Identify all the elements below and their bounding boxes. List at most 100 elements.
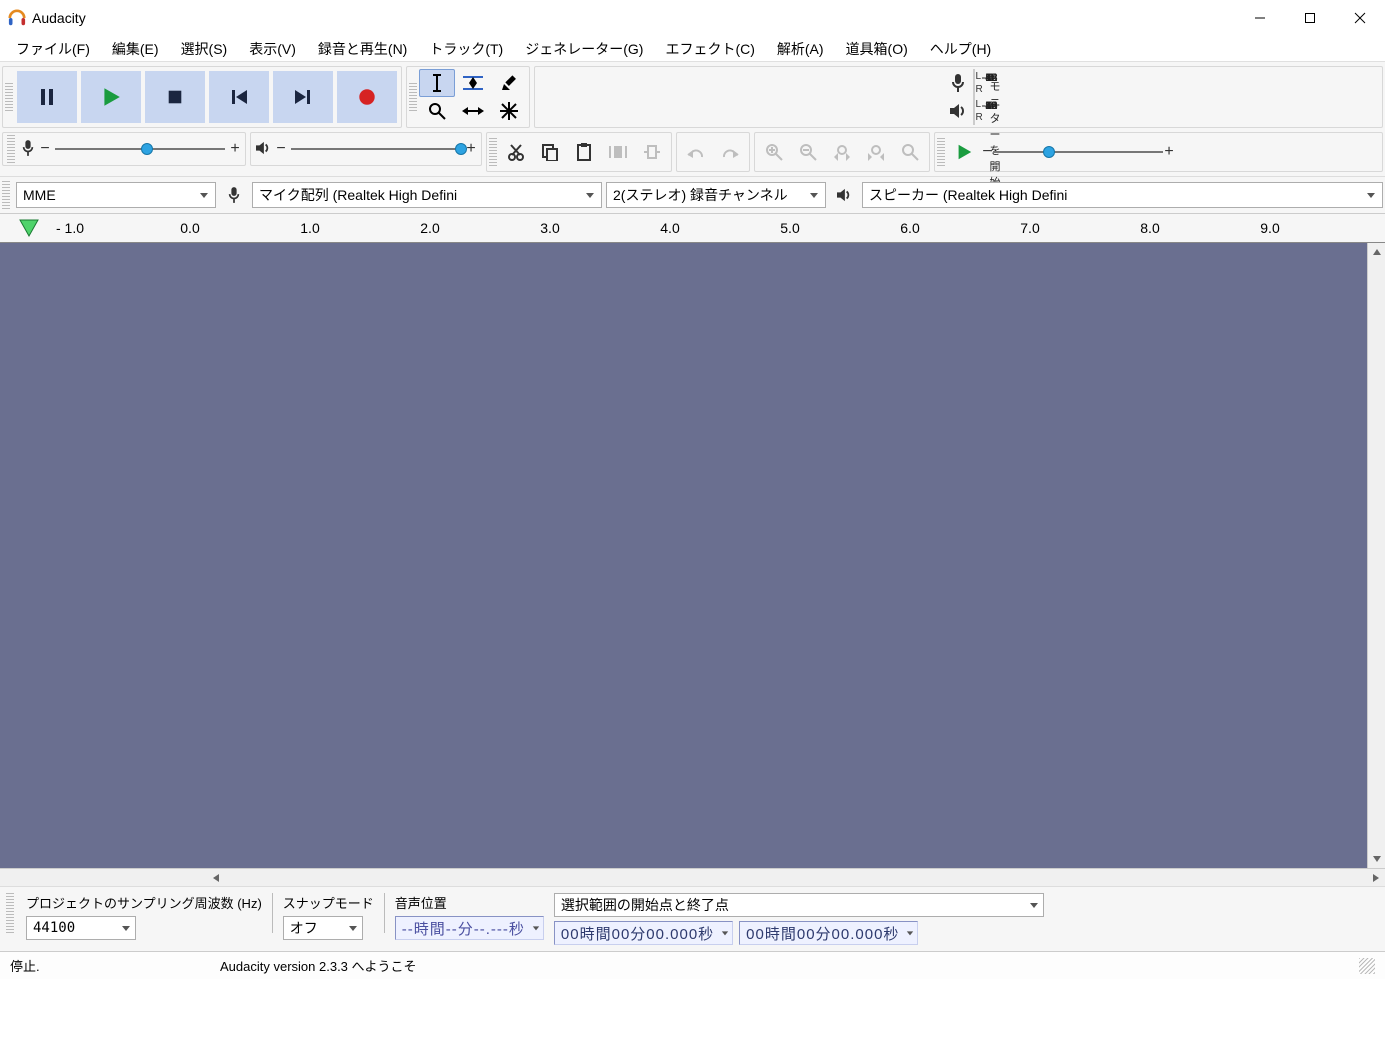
zoom-in-button[interactable] bbox=[757, 135, 791, 169]
toolbar-grip-icon[interactable] bbox=[6, 893, 14, 933]
recording-device-select[interactable]: マイク配列 (Realtek High Defini bbox=[252, 182, 602, 208]
fit-project-button[interactable] bbox=[859, 135, 893, 169]
selection-end-field[interactable]: 00時間00分00.000秒 bbox=[739, 921, 918, 945]
speaker-icon bbox=[255, 141, 271, 158]
record-button[interactable] bbox=[336, 70, 398, 124]
draw-tool[interactable] bbox=[491, 69, 527, 97]
play-at-speed-toolbar: − + bbox=[934, 132, 1383, 172]
menu-track[interactable]: トラック(T) bbox=[419, 37, 513, 61]
undo-button[interactable] bbox=[679, 135, 713, 169]
cut-button[interactable] bbox=[499, 135, 533, 169]
undo-redo-toolbar bbox=[676, 132, 750, 172]
pause-button[interactable] bbox=[16, 70, 78, 124]
menu-analysis[interactable]: 解析(A) bbox=[767, 37, 834, 61]
stop-button[interactable] bbox=[144, 70, 206, 124]
project-rate-select[interactable]: 44100 bbox=[26, 916, 136, 940]
scroll-right-button[interactable] bbox=[1367, 869, 1385, 887]
multi-tool[interactable] bbox=[491, 97, 527, 125]
playback-device-select[interactable]: スピーカー (Realtek High Defini bbox=[862, 182, 1383, 208]
menu-file[interactable]: ファイル(F) bbox=[6, 37, 100, 61]
selection-tool[interactable] bbox=[419, 69, 455, 97]
timeline-tick: 0.0 bbox=[180, 220, 199, 236]
play-volume-slider[interactable] bbox=[291, 142, 461, 156]
recording-channels-select[interactable]: 2(ステレオ) 録音チャンネル bbox=[606, 182, 826, 208]
chevron-down-icon bbox=[906, 929, 914, 937]
menu-select[interactable]: 選択(S) bbox=[171, 37, 238, 61]
timeline-ruler[interactable]: ‐ 1.0 0.0 1.0 2.0 3.0 4.0 5.0 6.0 7.0 8.… bbox=[0, 213, 1385, 243]
vertical-scrollbar[interactable] bbox=[1367, 243, 1385, 868]
zoom-tool[interactable] bbox=[419, 97, 455, 125]
envelope-tool[interactable] bbox=[455, 69, 491, 97]
chevron-down-icon bbox=[585, 190, 595, 200]
playback-meter[interactable]: LR -54 -48 -42 -36 -30 -24 -18 -12 -6 0 bbox=[973, 97, 975, 125]
menu-help[interactable]: ヘルプ(H) bbox=[920, 37, 1001, 61]
snap-mode-select[interactable]: オフ bbox=[283, 916, 363, 940]
paste-button[interactable] bbox=[567, 135, 601, 169]
track-area[interactable] bbox=[0, 243, 1385, 868]
toolbar-grip-icon[interactable] bbox=[409, 83, 417, 111]
audio-host-value: MME bbox=[23, 187, 56, 203]
menu-generator[interactable]: ジェネレーター(G) bbox=[515, 37, 653, 61]
horizontal-scrollbar[interactable] bbox=[0, 868, 1385, 886]
resize-grip-icon[interactable] bbox=[1359, 958, 1375, 974]
chevron-down-icon bbox=[721, 929, 729, 937]
window-title: Audacity bbox=[32, 10, 86, 26]
menu-effect[interactable]: エフェクト(C) bbox=[655, 37, 764, 61]
selection-mode-select[interactable]: 選択範囲の開始点と終了点 bbox=[554, 893, 1044, 917]
skip-end-button[interactable] bbox=[272, 70, 334, 124]
zoom-out-button[interactable] bbox=[791, 135, 825, 169]
play-at-speed-button[interactable] bbox=[947, 135, 981, 169]
timeshift-tool[interactable] bbox=[455, 97, 491, 125]
maximize-button[interactable] bbox=[1285, 0, 1335, 36]
redo-button[interactable] bbox=[713, 135, 747, 169]
minus-icon: − bbox=[275, 140, 287, 158]
audio-position-field[interactable]: --時間--分--.---秒 bbox=[395, 916, 544, 940]
menu-edit[interactable]: 編集(E) bbox=[102, 37, 169, 61]
menu-tools[interactable]: 道具箱(O) bbox=[836, 37, 918, 61]
silence-button[interactable] bbox=[635, 135, 669, 169]
toolbar-grip-icon[interactable] bbox=[2, 181, 10, 209]
status-message: Audacity version 2.3.3 へようこそ bbox=[220, 956, 1359, 975]
record-volume-toolbar: − + bbox=[2, 132, 246, 166]
meter-toolbar: LR -54 -48 -42 -3 モニターを開始 4 -18 -12 -6 0 bbox=[534, 66, 1383, 128]
selection-start-field[interactable]: 00時間00分00.000秒 bbox=[554, 921, 733, 945]
audio-position-label: 音声位置 bbox=[395, 893, 544, 912]
scroll-left-button[interactable] bbox=[207, 869, 225, 887]
meter-tick: 0 bbox=[986, 100, 992, 112]
record-volume-slider[interactable] bbox=[55, 142, 225, 156]
skip-start-button[interactable] bbox=[208, 70, 270, 124]
toolbar-grip-icon[interactable] bbox=[489, 138, 497, 166]
menu-record-play[interactable]: 録音と再生(N) bbox=[308, 37, 417, 61]
transport-toolbar bbox=[2, 66, 402, 128]
playback-speed-slider[interactable] bbox=[993, 145, 1163, 159]
close-button[interactable] bbox=[1335, 0, 1385, 36]
toolbar-grip-icon[interactable] bbox=[5, 83, 13, 111]
timeline-tick: 1.0 bbox=[300, 220, 319, 236]
play-button[interactable] bbox=[80, 70, 142, 124]
meter-start-hint: モニターを開始 bbox=[990, 78, 1001, 190]
minimize-button[interactable] bbox=[1235, 0, 1285, 36]
selection-toolbar: プロジェクトのサンプリング周波数 (Hz) 44100 スナップモード オフ 音… bbox=[0, 886, 1385, 951]
chevron-down-icon bbox=[809, 190, 819, 200]
scroll-down-button[interactable] bbox=[1368, 850, 1385, 868]
scroll-up-button[interactable] bbox=[1368, 243, 1385, 261]
selection-start-value: 00時間00分00.000秒 bbox=[561, 923, 714, 944]
speaker-icon[interactable] bbox=[943, 103, 973, 119]
toolbar-grip-icon[interactable] bbox=[7, 135, 15, 163]
recording-meter[interactable]: LR -54 -48 -42 -3 モニターを開始 4 -18 -12 -6 0 bbox=[973, 69, 975, 97]
fit-selection-button[interactable] bbox=[825, 135, 859, 169]
playhead-icon[interactable] bbox=[18, 218, 40, 240]
microphone-icon[interactable] bbox=[943, 73, 973, 93]
device-toolbar: MME マイク配列 (Realtek High Defini 2(ステレオ) 録… bbox=[0, 176, 1385, 213]
speaker-icon bbox=[830, 188, 858, 202]
trim-button[interactable] bbox=[601, 135, 635, 169]
toolbar-grip-icon[interactable] bbox=[937, 138, 945, 166]
menu-view[interactable]: 表示(V) bbox=[239, 37, 306, 61]
copy-button[interactable] bbox=[533, 135, 567, 169]
chevron-down-icon bbox=[532, 924, 540, 932]
zoom-toggle-button[interactable] bbox=[893, 135, 927, 169]
chevron-down-icon bbox=[1366, 190, 1376, 200]
audio-host-select[interactable]: MME bbox=[16, 182, 216, 208]
edit-toolbar bbox=[486, 132, 672, 172]
timeline-tick: 3.0 bbox=[540, 220, 559, 236]
